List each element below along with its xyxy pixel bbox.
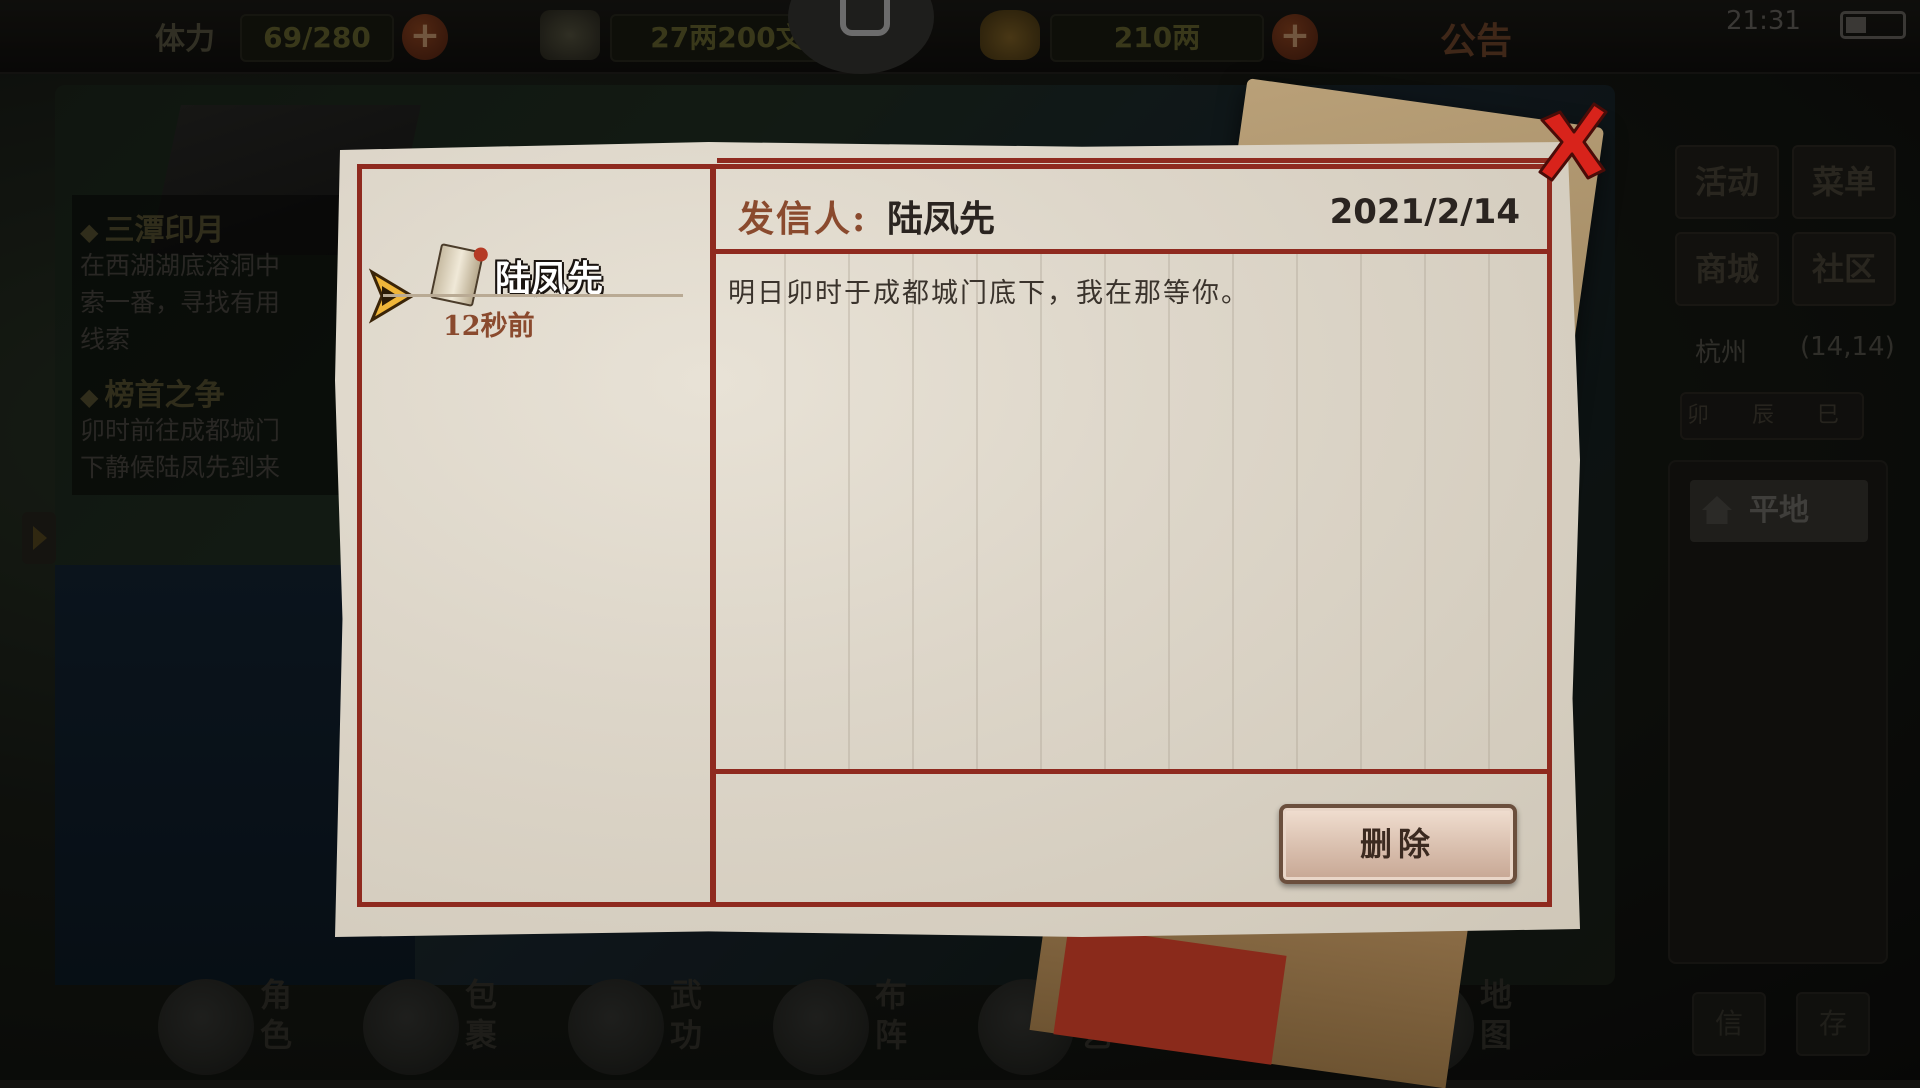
ruled-lines <box>722 254 1547 769</box>
mail-list-item[interactable]: 陆凤先 12秒前 <box>368 192 643 342</box>
mail-date: 2021/2/14 <box>1329 192 1520 232</box>
mail-item-time: 12秒前 <box>443 311 535 342</box>
close-icon[interactable] <box>1532 98 1612 184</box>
frame-divider <box>710 169 716 904</box>
sender-label: 发信人: <box>738 198 868 240</box>
footer-divider <box>716 769 1548 774</box>
mail-body: 明日卯时于成都城门底下，我在那等你。 <box>728 278 1250 309</box>
delete-button[interactable]: 删除 <box>1279 804 1517 884</box>
mail-dialog: 陆凤先 12秒前 发信人: 陆凤先 2021/2/14 明日卯时于成都城门底下，… <box>335 142 1580 937</box>
game-background: 体力 69/280 + 27两200文 210两 + 公告 21:31 三潭印月… <box>0 0 1920 1088</box>
frame-line <box>717 158 1552 163</box>
list-separator <box>383 294 683 297</box>
sender-name: 陆凤先 <box>887 198 996 240</box>
